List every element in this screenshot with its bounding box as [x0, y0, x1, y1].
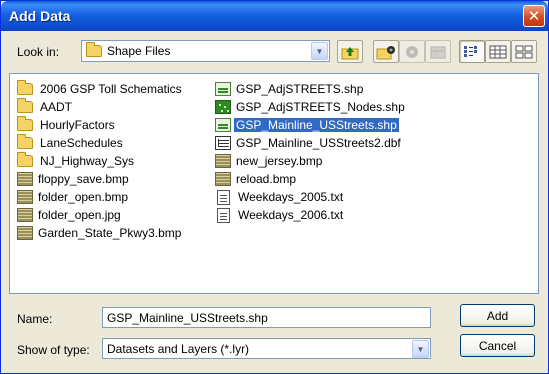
list-item[interactable]: GSP_Mainline_USStreets2.dbf [215, 135, 403, 151]
list-item[interactable]: GSP_AdjSTREETS_Nodes.shp [215, 99, 407, 115]
bitmap-icon [17, 208, 33, 222]
thumbnails-view-button[interactable] [511, 40, 537, 63]
list-item-selected[interactable]: GSP_Mainline_USStreets.shp [215, 117, 400, 133]
close-icon: ✕ [527, 7, 541, 25]
list-item[interactable]: 2006 GSP Toll Schematics [17, 80, 184, 97]
cancel-button[interactable]: Cancel [460, 334, 535, 357]
type-dropdown[interactable]: Datasets and Layers (*.lyr) ▼ [102, 338, 431, 359]
name-label: Name: [17, 312, 53, 326]
text-file-icon [217, 189, 230, 205]
bitmap-icon [17, 226, 33, 240]
list-item[interactable]: Weekdays_2005.txt [217, 189, 345, 205]
thumbnails-view-icon [515, 45, 533, 58]
list-view-button[interactable] [459, 40, 485, 63]
list-item[interactable]: HourlyFactors [17, 116, 117, 133]
list-item[interactable]: Garden_State_Pkwy3.bmp [17, 225, 183, 241]
look-in-dropdown[interactable]: Shape Files ▼ [81, 40, 330, 62]
type-value: Datasets and Layers (*.lyr) [107, 342, 250, 356]
bitmap-icon [215, 172, 231, 186]
connect-folder-icon [376, 45, 395, 59]
list-item[interactable]: GSP_AdjSTREETS.shp [215, 81, 365, 97]
details-view-button[interactable] [485, 40, 511, 63]
chevron-down-icon[interactable]: ▼ [311, 42, 328, 60]
list-item[interactable]: AADT [17, 98, 74, 115]
folder-icon [17, 98, 33, 113]
list-item[interactable]: new_jersey.bmp [215, 153, 324, 169]
catalog-button[interactable] [425, 40, 451, 63]
add-button[interactable]: Add [460, 304, 535, 327]
details-view-icon [489, 45, 507, 58]
look-in-label: Look in: [17, 45, 60, 59]
table-icon [215, 136, 231, 150]
folder-icon [17, 152, 33, 167]
name-field[interactable]: GSP_Mainline_USStreets.shp [102, 307, 431, 328]
look-in-value: Shape Files [107, 44, 171, 58]
file-list[interactable]: 2006 GSP Toll Schematics AADT HourlyFact… [9, 73, 539, 294]
folder-up-icon [341, 46, 359, 59]
point-shapefile-icon [215, 100, 231, 114]
bitmap-icon [17, 190, 33, 204]
list-item[interactable]: NJ_Highway_Sys [17, 152, 136, 169]
list-item[interactable]: folder_open.jpg [17, 207, 123, 223]
disconnect-folder-icon [406, 45, 418, 58]
disconnect-folder-button[interactable] [399, 40, 425, 63]
up-one-level-button[interactable] [337, 40, 363, 63]
line-shapefile-icon [215, 118, 231, 132]
text-file-icon [217, 207, 230, 223]
list-item[interactable]: floppy_save.bmp [17, 171, 131, 187]
type-label: Show of type: [17, 343, 90, 357]
folder-icon [17, 116, 33, 131]
list-item[interactable]: Weekdays_2006.txt [217, 207, 345, 223]
list-item[interactable]: LaneSchedules [17, 134, 125, 151]
catalog-icon [430, 46, 446, 58]
list-view-icon [464, 45, 477, 57]
list-item[interactable]: folder_open.bmp [17, 189, 130, 205]
connect-to-folder-button[interactable] [373, 40, 399, 63]
title-bar[interactable]: Add Data ✕ [1, 1, 548, 31]
bitmap-icon [17, 172, 33, 186]
window-title: Add Data [9, 8, 71, 24]
add-data-dialog: Add Data ✕ Look in: Shape Files ▼ 2006 G… [0, 0, 549, 374]
close-button[interactable]: ✕ [523, 5, 545, 27]
list-item[interactable]: reload.bmp [215, 171, 298, 187]
chevron-down-icon[interactable]: ▼ [412, 340, 429, 358]
folder-icon [17, 80, 33, 95]
bitmap-icon [215, 154, 231, 168]
folder-icon [17, 134, 33, 149]
folder-icon [86, 42, 102, 57]
line-shapefile-icon [215, 82, 231, 96]
